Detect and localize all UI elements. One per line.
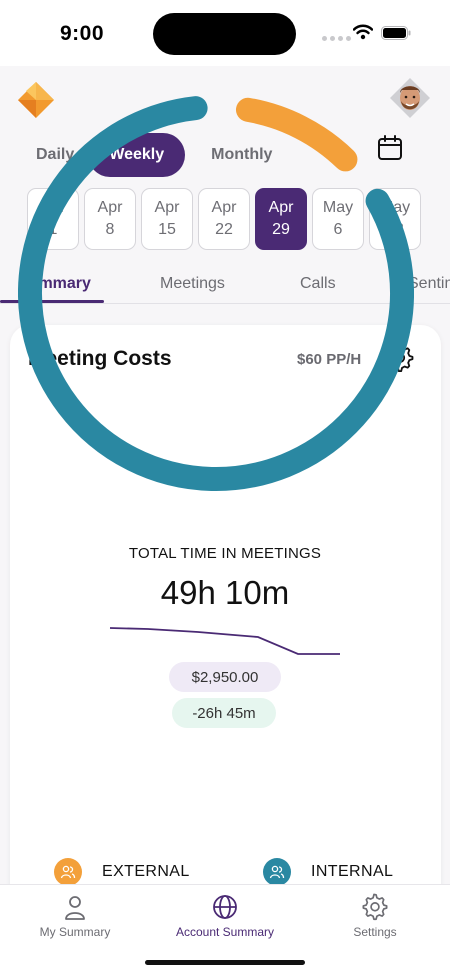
total-time-label: TOTAL TIME IN MEETINGS bbox=[128, 545, 322, 562]
nav-settings[interactable]: Settings bbox=[305, 893, 445, 939]
legend-external: EXTERNAL bbox=[54, 858, 190, 886]
tab-sentiment[interactable]: Sentiment bbox=[408, 275, 450, 293]
battery-icon bbox=[381, 26, 411, 40]
legend-external-label: EXTERNAL bbox=[102, 863, 190, 880]
nav-label: Account Summary bbox=[175, 925, 275, 939]
cost-badge: $2,950.00 bbox=[169, 662, 281, 692]
status-time: 9:00 bbox=[60, 22, 105, 45]
dynamic-island bbox=[153, 13, 296, 55]
people-icon bbox=[263, 858, 291, 886]
person-icon bbox=[65, 896, 85, 920]
nav-label: My Summary bbox=[39, 925, 111, 939]
trend-sparkline bbox=[109, 627, 340, 655]
cellular-signal-icon bbox=[322, 36, 351, 41]
nav-account-summary[interactable]: Account Summary bbox=[155, 893, 295, 939]
total-time-value: 49h 10m bbox=[160, 574, 290, 611]
meeting-time-donut bbox=[18, 96, 414, 491]
nav-my-summary[interactable]: My Summary bbox=[5, 893, 145, 939]
legend-internal: INTERNAL bbox=[263, 858, 393, 886]
external-segment bbox=[235, 97, 358, 172]
app-screen: 9:00 Daily Weekly Monthly Apr 1 Apr 8 Ap… bbox=[0, 0, 450, 975]
legend-internal-label: INTERNAL bbox=[311, 863, 394, 880]
status-bar: 9:00 bbox=[0, 0, 450, 66]
people-icon bbox=[54, 858, 82, 886]
globe-icon bbox=[213, 895, 237, 919]
time-delta-badge: -26h 45m bbox=[172, 698, 276, 728]
home-indicator bbox=[145, 960, 305, 965]
nav-label: Settings bbox=[353, 925, 397, 939]
gear-icon bbox=[362, 893, 388, 921]
wifi-icon bbox=[353, 24, 373, 40]
